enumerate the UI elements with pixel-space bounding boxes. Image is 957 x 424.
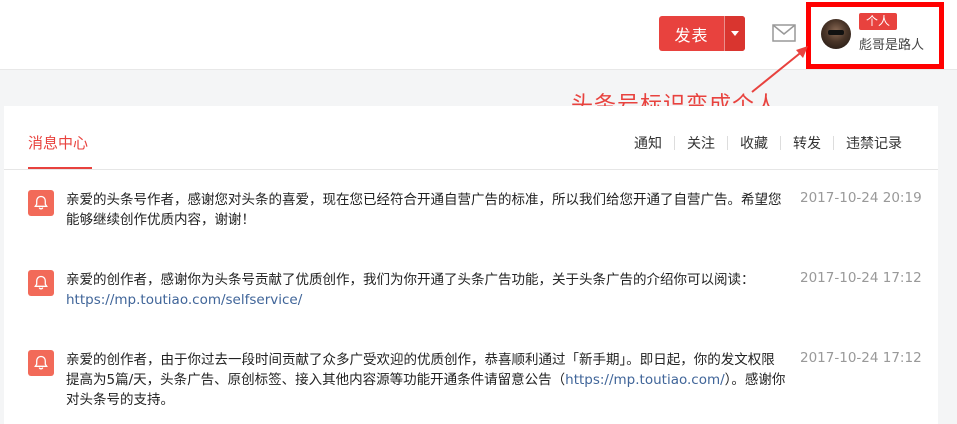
username: 彪哥是路人	[859, 38, 925, 53]
panel-header: 消息中心 通知 关注 收藏 转发 违禁记录	[4, 106, 938, 170]
message-text: 亲爱的头条号作者，感谢您对头条的喜爱，现在您已经符合开通自营广告的标准，所以我们…	[66, 190, 786, 230]
message-center-panel: 消息中心 通知 关注 收藏 转发 违禁记录 亲爱的头条号作者，感谢您对头条的喜爱…	[4, 106, 938, 424]
publish-button[interactable]: 发表	[659, 16, 745, 51]
notification-bell-icon	[28, 190, 54, 216]
message-filter-tabs: 通知 关注 收藏 转发 违禁记录	[622, 133, 902, 153]
active-tab-indicator	[28, 167, 92, 169]
tab-reposts[interactable]: 转发	[781, 133, 833, 153]
page-title[interactable]: 消息中心	[28, 132, 88, 153]
message-body: 亲爱的创作者，感谢你为头条号贡献了优质创作，我们为你开通了头条广告功能，关于头条…	[66, 272, 755, 288]
account-type-badge: 个人	[859, 13, 898, 30]
message-timestamp: 2017-10-24 17:12	[800, 350, 922, 366]
message-link[interactable]: https://mp.toutiao.com/	[565, 372, 725, 388]
tab-favorites[interactable]: 收藏	[728, 133, 780, 153]
tab-violations[interactable]: 违禁记录	[834, 133, 902, 153]
message-timestamp: 2017-10-24 20:19	[800, 190, 922, 206]
notification-bell-icon	[28, 350, 54, 376]
publish-button-label: 发表	[674, 25, 709, 45]
chevron-down-icon	[731, 31, 739, 36]
tab-follows[interactable]: 关注	[675, 133, 727, 153]
publish-dropdown-toggle[interactable]	[724, 16, 745, 51]
message-text: 亲爱的创作者，感谢你为头条号贡献了优质创作，我们为你开通了头条广告功能，关于头条…	[66, 270, 786, 310]
avatar	[821, 19, 851, 49]
message-link[interactable]: https://mp.toutiao.com/selfservice/	[66, 292, 302, 308]
message-text: 亲爱的创作者，由于你过去一段时间贡献了众多广受欢迎的优质创作，恭喜顺利通过「新手…	[66, 350, 786, 410]
notification-bell-icon	[28, 270, 54, 296]
tab-notifications[interactable]: 通知	[622, 133, 674, 153]
user-account-menu[interactable]: 个人 彪哥是路人	[806, 2, 944, 69]
message-body: 亲爱的头条号作者，感谢您对头条的喜爱，现在您已经符合开通自营广告的标准，所以我们…	[66, 192, 782, 228]
message-timestamp: 2017-10-24 17:12	[800, 270, 922, 286]
